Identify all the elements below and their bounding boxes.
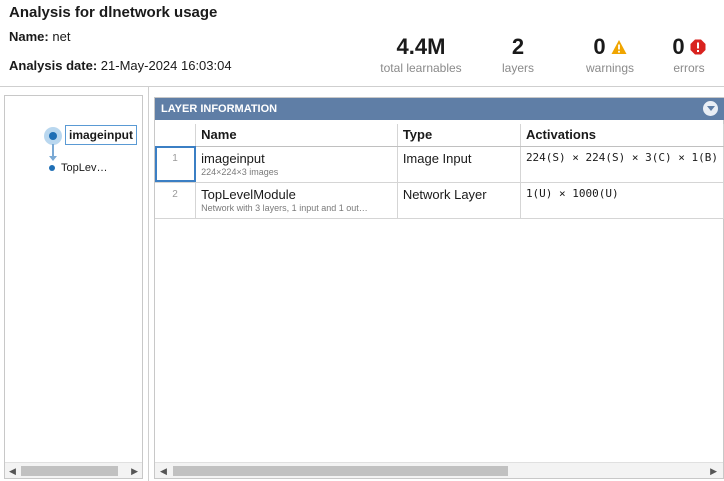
panel-header: LAYER INFORMATION bbox=[155, 98, 724, 120]
graph-node-label-toplevel[interactable]: TopLev… bbox=[61, 162, 107, 174]
learnables-label: total learnables bbox=[380, 61, 462, 75]
collapse-icon[interactable] bbox=[703, 101, 718, 116]
table-row[interactable]: 1 imageinput 224×224×3 images Image Inpu… bbox=[155, 146, 724, 183]
layer-name-cell: TopLevelModule Network with 3 layers, 1 … bbox=[195, 182, 398, 219]
network-graph-panel[interactable]: imageinput TopLev… ◀ ▶ bbox=[4, 95, 143, 479]
layer-information-panel: LAYER INFORMATION Name Type Activations … bbox=[154, 97, 724, 479]
network-name: Name: net bbox=[9, 29, 70, 44]
stat-errors[interactable]: 0 errors bbox=[664, 34, 714, 75]
layers-label: layers bbox=[501, 61, 534, 75]
errors-value: 0 bbox=[672, 34, 685, 59]
layer-table: Name Type Activations 1 imageinput 224×2… bbox=[155, 124, 724, 219]
graph-node-imageinput[interactable] bbox=[49, 132, 57, 140]
layer-activations: 1(U) × 1000(U) bbox=[520, 182, 724, 219]
name-value: net bbox=[52, 29, 71, 44]
column-header-type[interactable]: Type bbox=[397, 124, 521, 147]
table-horizontal-scrollbar[interactable]: ◀ ▶ bbox=[155, 462, 723, 478]
stat-warnings[interactable]: 0 warnings bbox=[578, 34, 642, 75]
scroll-left-icon[interactable]: ◀ bbox=[9, 466, 16, 477]
scrollbar-thumb[interactable] bbox=[21, 466, 118, 476]
layer-type: Image Input bbox=[397, 146, 521, 183]
scrollbar-thumb[interactable] bbox=[173, 466, 508, 476]
warnings-label: warnings bbox=[585, 61, 635, 75]
learnables-value: 4.4M bbox=[396, 34, 446, 59]
error-icon bbox=[690, 39, 706, 55]
graph-horizontal-scrollbar[interactable]: ◀ ▶ bbox=[5, 462, 142, 478]
graph-node-toplevel[interactable] bbox=[49, 165, 55, 171]
stat-learnables: 4.4M total learnables bbox=[378, 34, 464, 75]
layers-value: 2 bbox=[511, 34, 525, 59]
date-value: 21-May-2024 16:03:04 bbox=[100, 58, 232, 73]
errors-label: errors bbox=[673, 61, 705, 75]
table-row[interactable]: 2 TopLevelModule Network with 3 layers, … bbox=[155, 182, 724, 219]
layer-name: TopLevelModule bbox=[201, 186, 296, 202]
scroll-left-icon[interactable]: ◀ bbox=[160, 466, 167, 477]
scroll-right-icon[interactable]: ▶ bbox=[710, 466, 717, 477]
layer-description: 224×224×3 images bbox=[201, 166, 279, 177]
table-header-row: Name Type Activations bbox=[155, 124, 724, 147]
edge-arrow-icon bbox=[49, 156, 57, 161]
graph-node-label-imageinput[interactable]: imageinput bbox=[65, 125, 138, 145]
layer-name: imageinput bbox=[201, 150, 265, 166]
layer-description: Network with 3 layers, 1 input and 1 out… bbox=[201, 202, 368, 213]
date-label: Analysis date: bbox=[9, 58, 98, 73]
name-label: Name: bbox=[9, 29, 49, 44]
layer-activations: 224(S) × 224(S) × 3(C) × 1(B) bbox=[520, 146, 724, 183]
row-index: 2 bbox=[155, 182, 197, 219]
column-header-index[interactable] bbox=[155, 124, 197, 147]
warning-icon bbox=[611, 40, 627, 54]
column-header-activations[interactable]: Activations bbox=[520, 124, 724, 147]
panel-divider[interactable] bbox=[148, 87, 149, 481]
layer-type: Network Layer bbox=[397, 182, 521, 219]
analysis-date: Analysis date: 21-May-2024 16:03:04 bbox=[9, 58, 232, 73]
stat-layers: 2 layers bbox=[494, 34, 542, 75]
warnings-value: 0 bbox=[593, 34, 606, 59]
scroll-right-icon[interactable]: ▶ bbox=[131, 466, 138, 477]
column-header-name[interactable]: Name bbox=[195, 124, 398, 147]
row-index: 1 bbox=[155, 146, 197, 183]
page-title: Analysis for dlnetwork usage bbox=[9, 4, 218, 21]
layer-name-cell: imageinput 224×224×3 images bbox=[195, 146, 398, 183]
header-divider bbox=[0, 86, 724, 87]
panel-title: LAYER INFORMATION bbox=[161, 103, 278, 115]
